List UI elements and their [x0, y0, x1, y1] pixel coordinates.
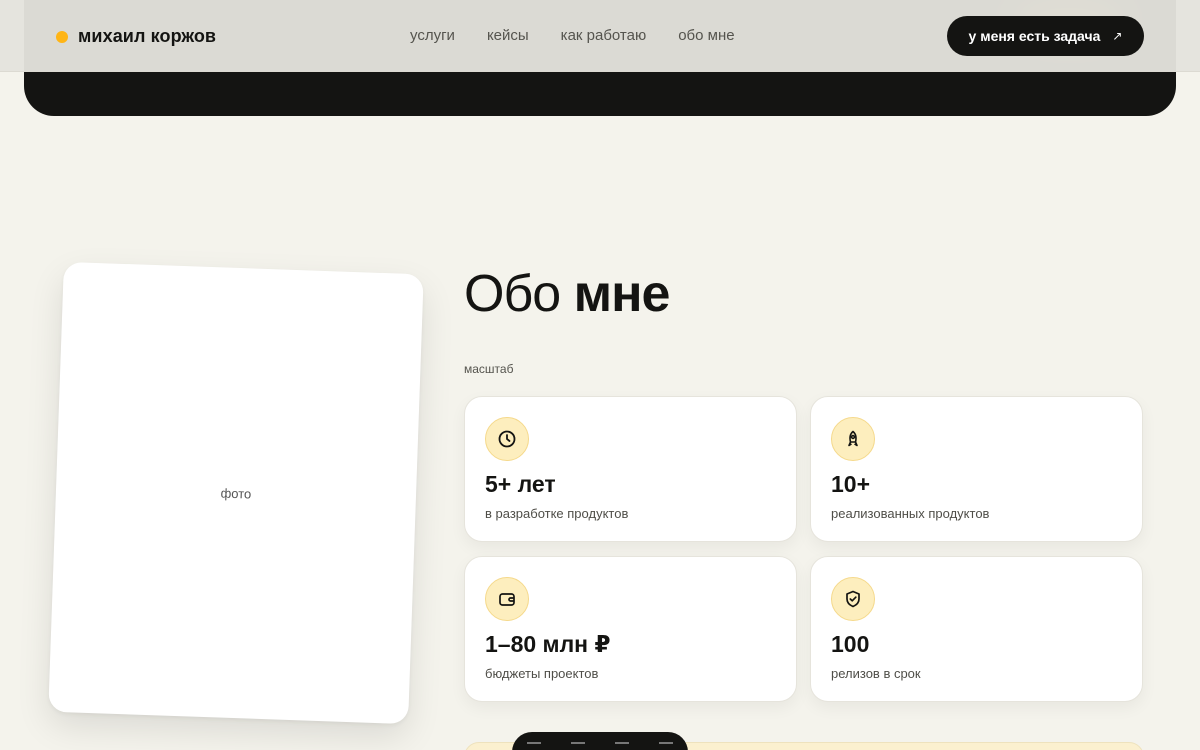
toolbar-icon[interactable] [659, 742, 673, 750]
stat-description: реализованных продуктов [831, 506, 990, 521]
stat-value: 10+ [831, 471, 871, 497]
stat-value: 1–80 млн ₽ [485, 631, 611, 657]
arrow-up-right-icon: ↗ [1112, 29, 1123, 43]
stat-card-experience: 5+ лет в разработке продуктов [464, 396, 797, 542]
nav-link-cases[interactable]: кейсы [487, 27, 529, 44]
shield-check-icon [831, 577, 875, 621]
stat-value: 100 [831, 631, 870, 657]
stat-card-budgets: 1–80 млн ₽ бюджеты проектов [464, 556, 797, 702]
clock-icon [485, 417, 529, 461]
stat-value: 5+ лет [485, 471, 556, 497]
floating-toolbar[interactable] [512, 732, 688, 750]
site-header: михаил коржов услуги кейсы как работаю о… [0, 0, 1200, 72]
nav-link-services[interactable]: услуги [410, 27, 455, 44]
stat-card-products: 10+ реализованных продуктов [810, 396, 1143, 542]
cta-label: у меня есть задача [968, 28, 1101, 44]
stat-description: в разработке продуктов [485, 506, 629, 521]
cta-task-button[interactable]: у меня есть задача ↗ [947, 16, 1144, 56]
about-title: Обо мне [464, 264, 671, 324]
toolbar-icon[interactable] [615, 742, 629, 750]
about-title-light: Обо [464, 265, 561, 323]
photo-placeholder: фото [48, 261, 424, 725]
stat-card-releases: 100 релизов в срок [810, 556, 1143, 702]
toolbar-icon[interactable] [527, 742, 541, 750]
stat-description: бюджеты проектов [485, 666, 599, 681]
photo-placeholder-label: фото [220, 484, 252, 502]
nav-link-how-i-work[interactable]: как работаю [561, 27, 647, 44]
brand-dot-icon [56, 30, 68, 43]
stat-description: релизов в срок [831, 666, 921, 681]
main-nav: услуги кейсы как работаю обо мне [410, 27, 735, 44]
brand-logo[interactable]: михаил коржов [56, 26, 216, 47]
about-title-bold: мне [573, 265, 671, 323]
brand-name: михаил коржов [78, 26, 217, 46]
rocket-icon [831, 417, 875, 461]
wallet-icon [485, 577, 529, 621]
nav-link-about[interactable]: обо мне [678, 27, 734, 44]
toolbar-icon[interactable] [571, 742, 585, 750]
scale-label: масштаб [464, 362, 514, 376]
